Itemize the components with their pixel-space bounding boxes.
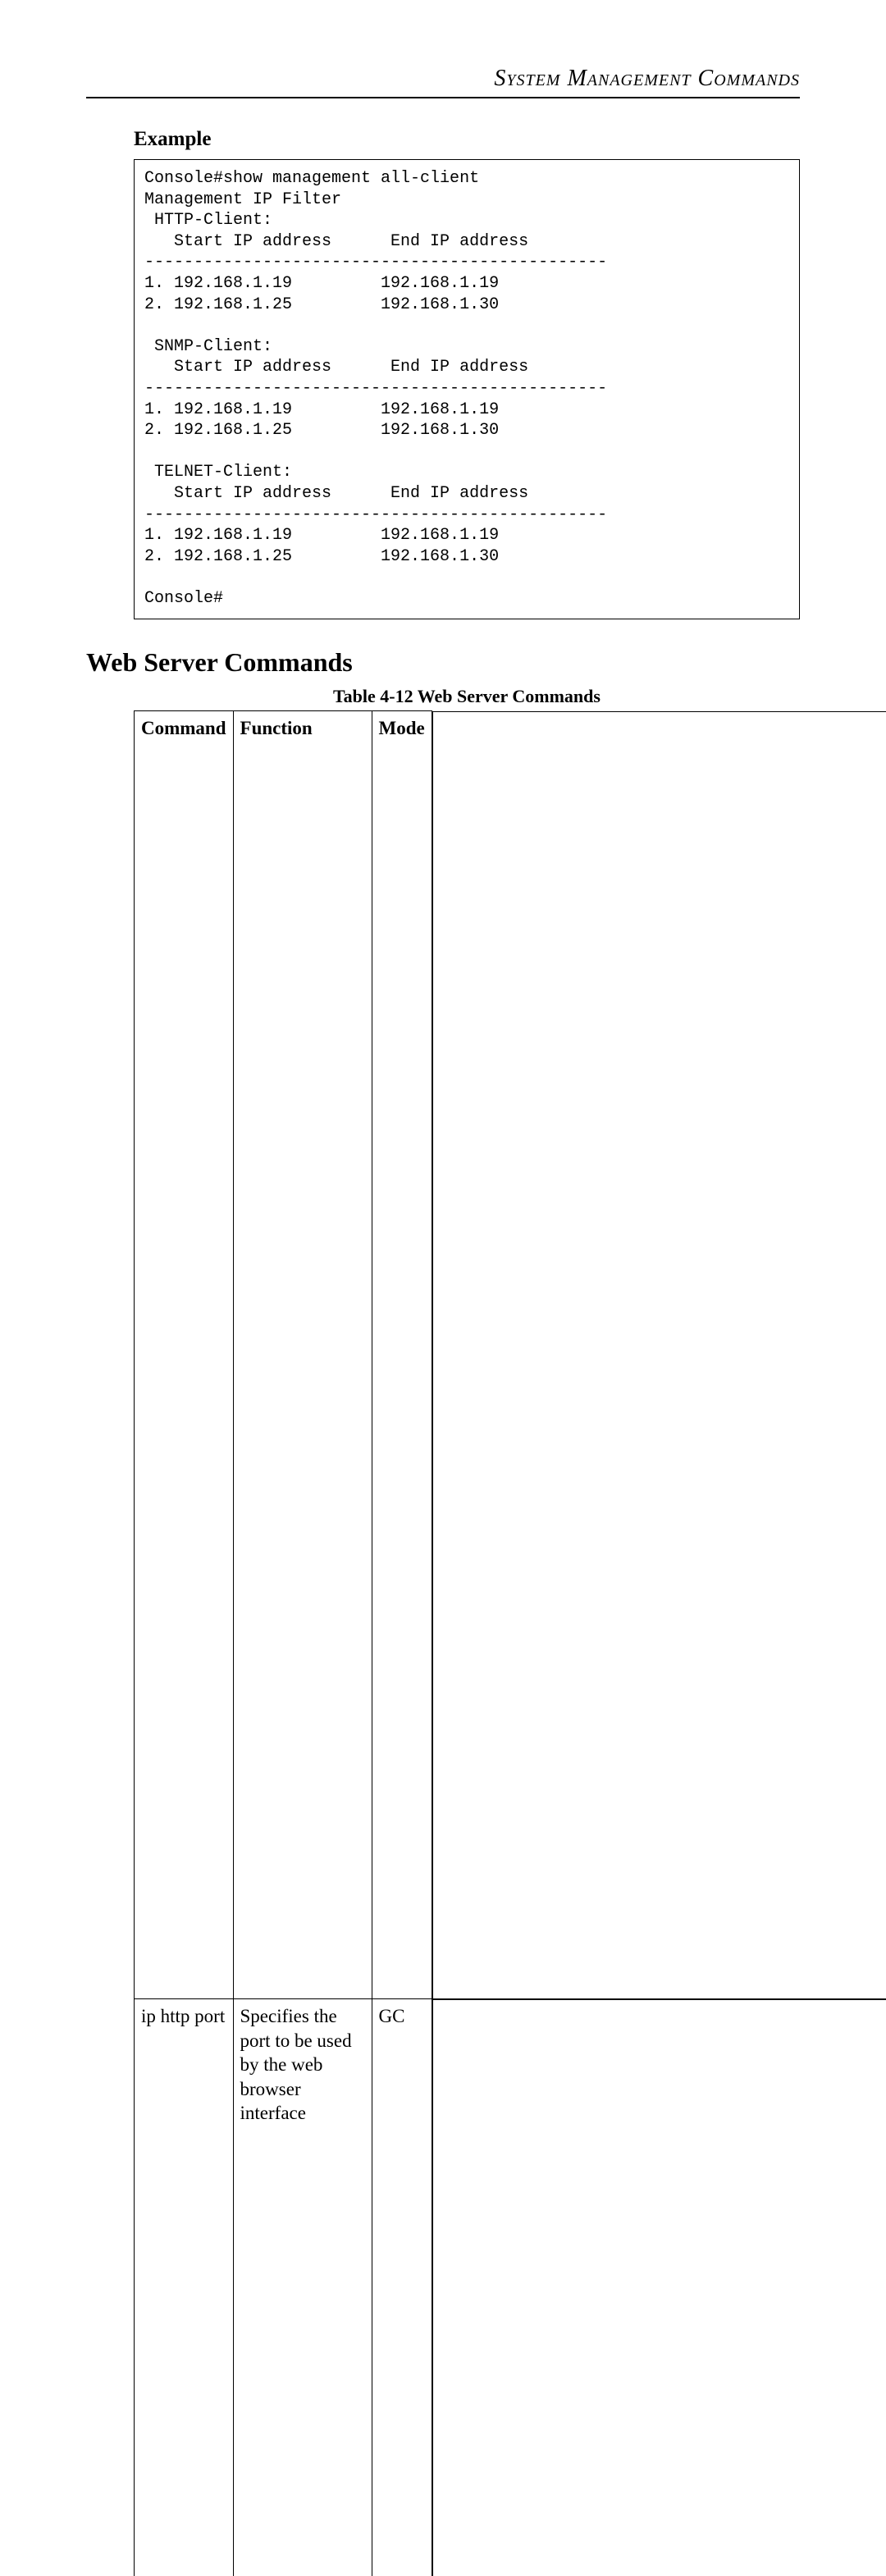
th-page: Page: [432, 711, 886, 1999]
cell-command: ip http port: [135, 1999, 234, 2576]
table-row: ip http port Specifies the port to be us…: [135, 1999, 886, 2576]
running-head: System Management Commands: [86, 66, 800, 92]
th-function: Function: [233, 711, 372, 1999]
th-command: Command: [135, 711, 234, 1999]
example-block: Example Console#show management all-clie…: [134, 128, 800, 642]
page: System Management Commands Example Conso…: [0, 0, 886, 1288]
console-output: Console#show management all-client Manag…: [134, 159, 800, 619]
cell-page: 4-42: [432, 1999, 886, 2576]
section-heading: Web Server Commands: [86, 647, 800, 678]
cell-mode: GC: [372, 1999, 432, 2576]
header-rule: [86, 97, 800, 98]
table-header-row: Command Function Mode Page: [135, 711, 886, 1999]
th-mode: Mode: [372, 711, 432, 1999]
example-heading: Example: [134, 128, 800, 151]
web-server-commands-table: Command Function Mode Page ip http port …: [134, 710, 886, 2576]
table-block: Table 4-12 Web Server Commands Command F…: [134, 686, 800, 2576]
cell-function: Specifies the port to be used by the web…: [233, 1999, 372, 2576]
table-caption: Table 4-12 Web Server Commands: [134, 686, 800, 707]
